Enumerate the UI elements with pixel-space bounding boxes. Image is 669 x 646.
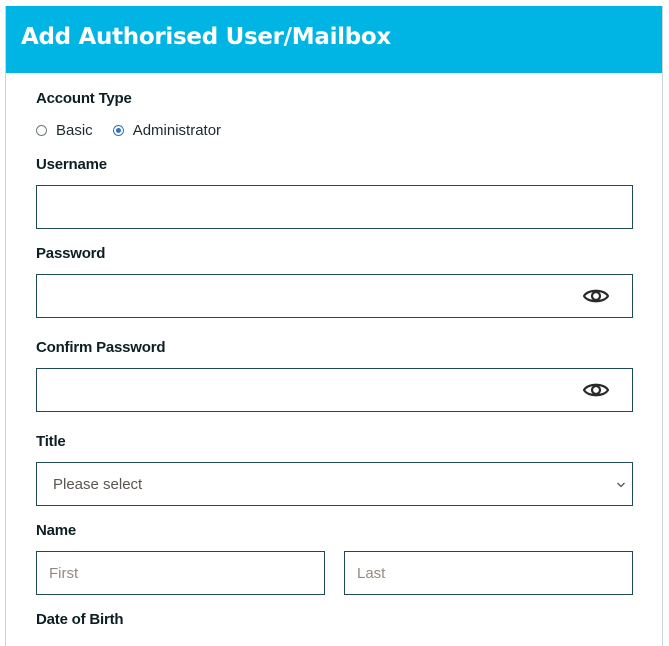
username-label: Username (36, 156, 107, 173)
add-user-panel: Add Authorised User/Mailbox Account Type… (5, 6, 663, 646)
radio-basic-circle[interactable] (36, 125, 47, 136)
radio-basic[interactable]: Basic (36, 122, 93, 139)
date-of-birth-label: Date of Birth (36, 611, 124, 628)
confirm-password-input[interactable] (36, 368, 633, 412)
title-label: Title (36, 433, 66, 450)
password-label: Password (36, 245, 106, 262)
radio-administrator-circle[interactable] (112, 125, 124, 136)
eye-icon[interactable] (582, 286, 610, 306)
account-type-label: Account Type (36, 90, 132, 107)
username-input[interactable] (36, 185, 633, 229)
password-input[interactable] (36, 274, 633, 318)
confirm-password-label: Confirm Password (36, 339, 166, 356)
name-label: Name (36, 522, 77, 539)
last-name-input[interactable]: Last (344, 551, 633, 595)
eye-icon[interactable] (582, 380, 610, 400)
title-select-value: Please select (53, 475, 143, 493)
title-select[interactable]: Please select (36, 462, 633, 506)
radio-administrator-label: Administrator (132, 122, 222, 139)
account-type-radio-group: Basic Administrator (36, 122, 241, 139)
first-name-placeholder: First (49, 564, 79, 582)
panel-header: Add Authorised User/Mailbox (6, 6, 662, 73)
radio-basic-label: Basic (56, 122, 93, 139)
radio-administrator[interactable]: Administrator (112, 122, 222, 139)
first-name-input[interactable]: First (36, 551, 325, 595)
page-title: Add Authorised User/Mailbox (21, 24, 391, 50)
last-name-placeholder: Last (357, 564, 386, 582)
chevron-down-icon (617, 482, 625, 488)
